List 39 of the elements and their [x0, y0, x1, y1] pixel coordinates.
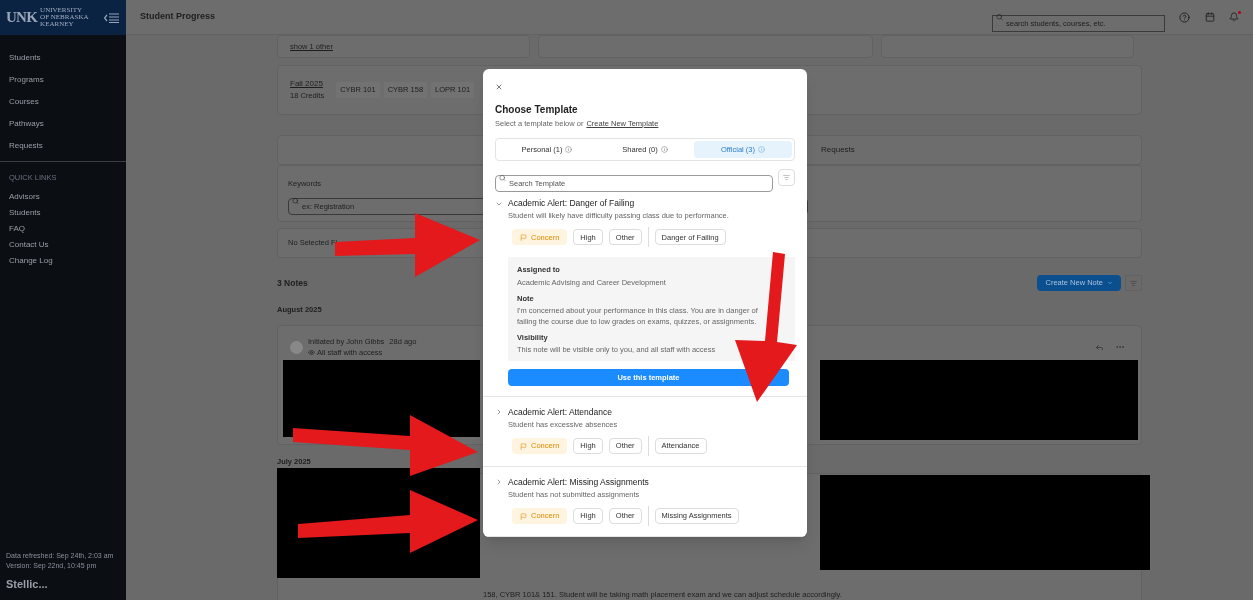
- close-icon[interactable]: [495, 83, 503, 91]
- eye-icon: [308, 349, 315, 357]
- info-icon: [758, 146, 765, 154]
- quick-link[interactable]: Students: [0, 205, 126, 222]
- template-title[interactable]: Academic Alert: Attendance: [508, 406, 612, 419]
- page-title: Student Progress: [140, 10, 215, 24]
- chevron-icon[interactable]: [495, 408, 503, 417]
- caret-icon: [1107, 280, 1113, 286]
- calendar-icon[interactable]: [1205, 12, 1215, 22]
- info-icon: [565, 146, 573, 154]
- quick-link[interactable]: FAQ: [0, 221, 126, 238]
- notes-count: 3 Notes: [277, 276, 308, 290]
- nav-item[interactable]: Requests: [0, 135, 126, 157]
- reply-icon[interactable]: [1095, 342, 1104, 352]
- nav-item[interactable]: Courses: [0, 91, 126, 113]
- bell-icon[interactable]: [1229, 12, 1239, 22]
- flag-icon: [520, 512, 527, 520]
- search-icon: [499, 174, 506, 182]
- brand-name: Stellic...: [6, 576, 49, 592]
- chevron-icon[interactable]: [495, 478, 503, 487]
- flag-icon: [520, 233, 527, 241]
- logo-mark: UNK: [6, 8, 38, 28]
- filter-icon: [1130, 279, 1137, 287]
- collapse-menu-icon[interactable]: [104, 12, 120, 23]
- info-icon: [660, 146, 668, 154]
- help-icon[interactable]: [1179, 11, 1190, 23]
- dialog-title: Choose Template: [495, 103, 578, 117]
- nav-item[interactable]: Programs: [0, 69, 126, 91]
- sort-button[interactable]: [1125, 275, 1142, 291]
- template-title[interactable]: Academic Alert: Missing Assignments: [508, 476, 649, 489]
- template-title[interactable]: Academic Alert: Danger of Failing: [508, 197, 635, 210]
- filter-icon: [783, 174, 790, 182]
- quick-link[interactable]: Contact Us: [0, 237, 126, 254]
- avatar: [290, 340, 303, 354]
- nav-item[interactable]: Pathways: [0, 113, 126, 135]
- nav-item[interactable]: Students: [0, 47, 126, 69]
- quick-link[interactable]: Advisors: [0, 189, 126, 206]
- quick-link[interactable]: Change Log: [0, 253, 126, 270]
- flag-icon: [520, 442, 527, 450]
